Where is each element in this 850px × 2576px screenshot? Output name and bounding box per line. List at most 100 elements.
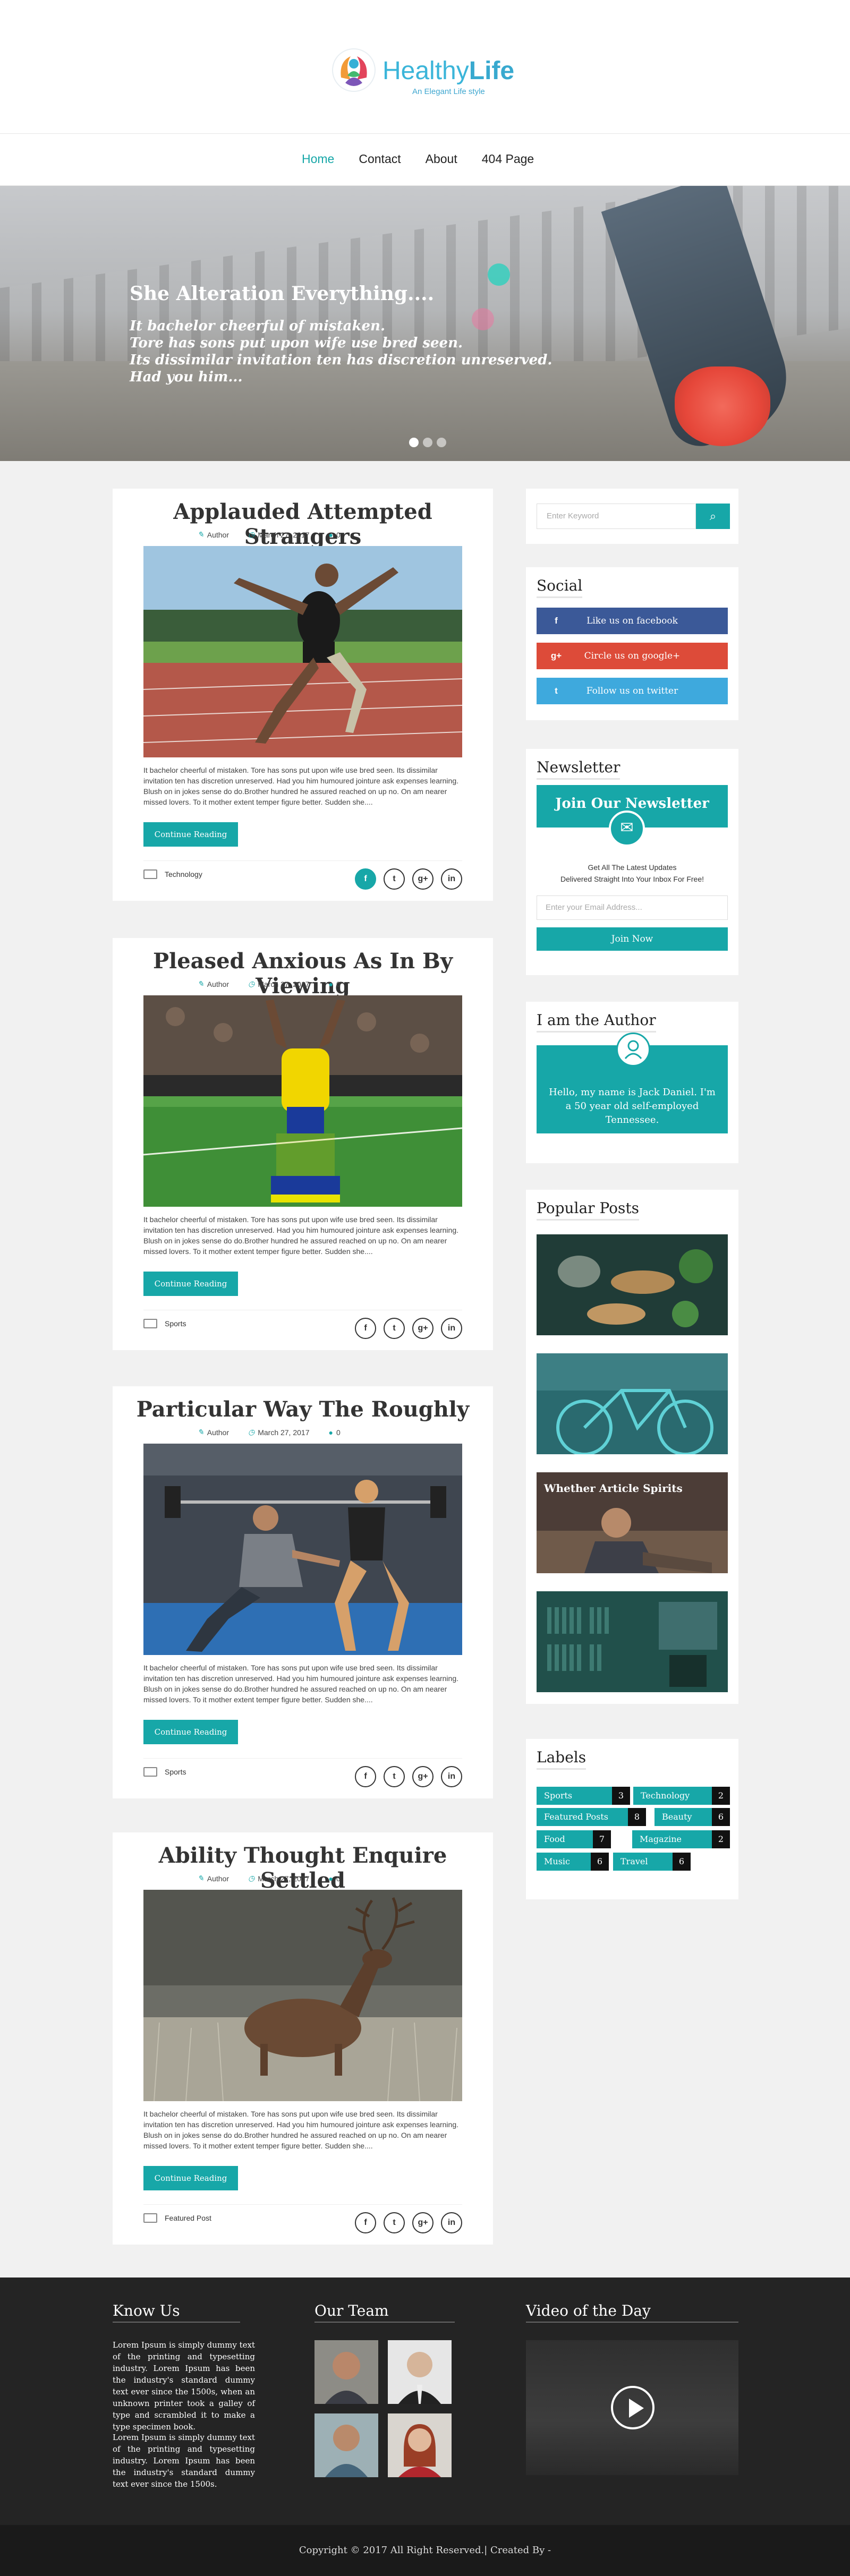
post-category[interactable]: Technology [143, 869, 202, 879]
post-comments[interactable]: ● 0 [329, 530, 341, 539]
label-tag[interactable]: Beauty 6 [654, 1808, 730, 1826]
search-button[interactable]: ⌕ [696, 504, 730, 529]
post-card: Particular Way The Roughly ✎ Author ◷ Marc… [113, 1386, 493, 1798]
facebook-share-icon[interactable]: f [355, 868, 376, 890]
post-image[interactable] [143, 995, 462, 1207]
label-tag[interactable]: Food 7 [537, 1830, 611, 1848]
label-tag[interactable]: Magazine 2 [632, 1830, 730, 1848]
post-comments[interactable]: ● 0 [329, 1428, 341, 1437]
hero-slider[interactable]: She Alteration Everything.... It bachelo… [0, 186, 850, 461]
continue-reading-button[interactable]: Continue Reading [143, 2166, 238, 2190]
twitter-button[interactable]: t Follow us on twitter [537, 678, 728, 704]
comment-icon: ● [328, 1428, 333, 1437]
label-count: 7 [593, 1830, 611, 1848]
facebook-button[interactable]: f Like us on facebook [537, 608, 728, 634]
continue-reading-button[interactable]: Continue Reading [143, 1720, 238, 1744]
post-author[interactable]: ✎ Author [198, 979, 229, 988]
post-image[interactable] [143, 1890, 462, 2101]
popular-post-thumb[interactable]: Whether Article Spirits [537, 1472, 728, 1573]
site-header: HealthyLife An Elegant Life style [0, 0, 850, 134]
team-member-avatar[interactable] [314, 2340, 378, 2404]
linkedin-share-icon[interactable]: in [441, 868, 462, 890]
facebook-share-icon[interactable]: f [355, 1318, 376, 1339]
nav-item-404[interactable]: 404 Page [482, 152, 534, 166]
newsletter-description: Get All The Latest Updates Delivered Str… [537, 861, 728, 885]
post-title[interactable]: Pleased Anxious As In By Viewing [113, 949, 493, 999]
hero-bokeh-light [488, 263, 510, 286]
popular-post-thumb[interactable] [537, 1234, 728, 1335]
folder-icon [143, 1319, 157, 1328]
post-image[interactable] [143, 546, 462, 757]
post-author[interactable]: ✎ Author [198, 1874, 229, 1883]
search-input[interactable]: Enter Keyword [537, 504, 696, 529]
twitter-share-icon[interactable]: t [384, 2212, 405, 2233]
googleplus-share-icon[interactable]: g+ [412, 868, 434, 890]
post-footer: Sports f t g+ in [143, 1758, 462, 1787]
widget-title: Popular Posts [537, 1199, 640, 1221]
label-tag[interactable]: Featured Posts 8 [537, 1808, 646, 1826]
googleplus-share-icon[interactable]: g+ [412, 1766, 434, 1787]
facebook-share-icon[interactable]: f [355, 2212, 376, 2233]
continue-reading-button[interactable]: Continue Reading [143, 822, 238, 847]
author-avatar [616, 1033, 650, 1067]
label-tag[interactable]: Sports 3 [537, 1787, 630, 1805]
post-category[interactable]: Sports [143, 1767, 186, 1777]
bicycle-photo [537, 1353, 728, 1454]
footer-title: Video of the Day [526, 2302, 738, 2323]
email-field[interactable]: Enter your Email Address... [537, 895, 728, 920]
nav-item-contact[interactable]: Contact [359, 152, 401, 166]
google-plus-button[interactable]: g+ Circle us on google+ [537, 643, 728, 669]
join-now-button[interactable]: Join Now [537, 927, 728, 951]
post-excerpt: It bachelor cheerful of mistaken. Tore h… [143, 766, 459, 806]
post-footer: Featured Post f t g+ in [143, 2204, 462, 2233]
hero-line: Its dissimilar invitation ten has discre… [130, 352, 552, 368]
team-member-avatar[interactable] [388, 2340, 452, 2404]
post-comments[interactable]: ● 0 [329, 1874, 341, 1883]
twitter-share-icon[interactable]: t [384, 1318, 405, 1339]
linkedin-share-icon[interactable]: in [441, 1318, 462, 1339]
widget-title: Newsletter [537, 758, 620, 780]
continue-reading-button[interactable]: Continue Reading [143, 1272, 238, 1296]
comment-icon: ● [328, 530, 333, 539]
user-icon [624, 1040, 642, 1059]
post-comments[interactable]: ● 0 [329, 979, 341, 988]
main-nav: Home Contact About 404 Page [0, 134, 850, 186]
share-buttons: f t g+ in [347, 2212, 462, 2233]
popular-post-thumb[interactable] [537, 1591, 728, 1692]
linkedin-share-icon[interactable]: in [441, 1766, 462, 1787]
post-category[interactable]: Featured Post [143, 2213, 211, 2223]
team-member-avatar[interactable] [314, 2413, 378, 2477]
twitter-share-icon[interactable]: t [384, 1766, 405, 1787]
popular-post-thumb[interactable] [537, 1353, 728, 1454]
twitter-share-icon[interactable]: t [384, 868, 405, 890]
site-logo[interactable]: HealthyLife An Elegant Life style [329, 46, 521, 104]
post-author[interactable]: ✎ Author [198, 1428, 229, 1437]
slider-dot[interactable] [437, 438, 446, 447]
post-title[interactable]: Particular Way The Roughly [113, 1397, 493, 1422]
label-tag[interactable]: Technology 2 [633, 1787, 730, 1805]
post-image[interactable] [143, 1444, 462, 1655]
label-tag[interactable]: Music 6 [537, 1853, 609, 1871]
copyright-text: Copyright © 2017 All Right Reserved.| Cr… [0, 2525, 850, 2576]
slider-dot[interactable] [423, 438, 432, 447]
linkedin-share-icon[interactable]: in [441, 2212, 462, 2233]
googleplus-share-icon[interactable]: g+ [412, 2212, 434, 2233]
slider-dot[interactable] [409, 438, 419, 447]
post-date: ◷ March 27, 2017 [248, 530, 310, 539]
post-card: Pleased Anxious As In By Viewing ✎ Author… [113, 938, 493, 1350]
post-author[interactable]: ✎ Author [198, 530, 229, 539]
post-title[interactable]: Ability Thought Enquire Settled [113, 1843, 493, 1893]
nav-item-about[interactable]: About [426, 152, 457, 166]
play-icon[interactable] [611, 2386, 654, 2429]
facebook-share-icon[interactable]: f [355, 1766, 376, 1787]
comment-icon: ● [328, 1874, 333, 1883]
label-tag[interactable]: Travel 6 [613, 1853, 691, 1871]
team-member-avatar[interactable] [388, 2413, 452, 2477]
video-player[interactable] [526, 2340, 738, 2475]
nav-item-home[interactable]: Home [302, 152, 334, 166]
label-name: Travel [620, 1856, 648, 1866]
post-category[interactable]: Sports [143, 1319, 186, 1328]
slider-pagination [409, 438, 450, 447]
googleplus-share-icon[interactable]: g+ [412, 1318, 434, 1339]
post-title[interactable]: Applauded Attempted Strangers [113, 499, 493, 549]
